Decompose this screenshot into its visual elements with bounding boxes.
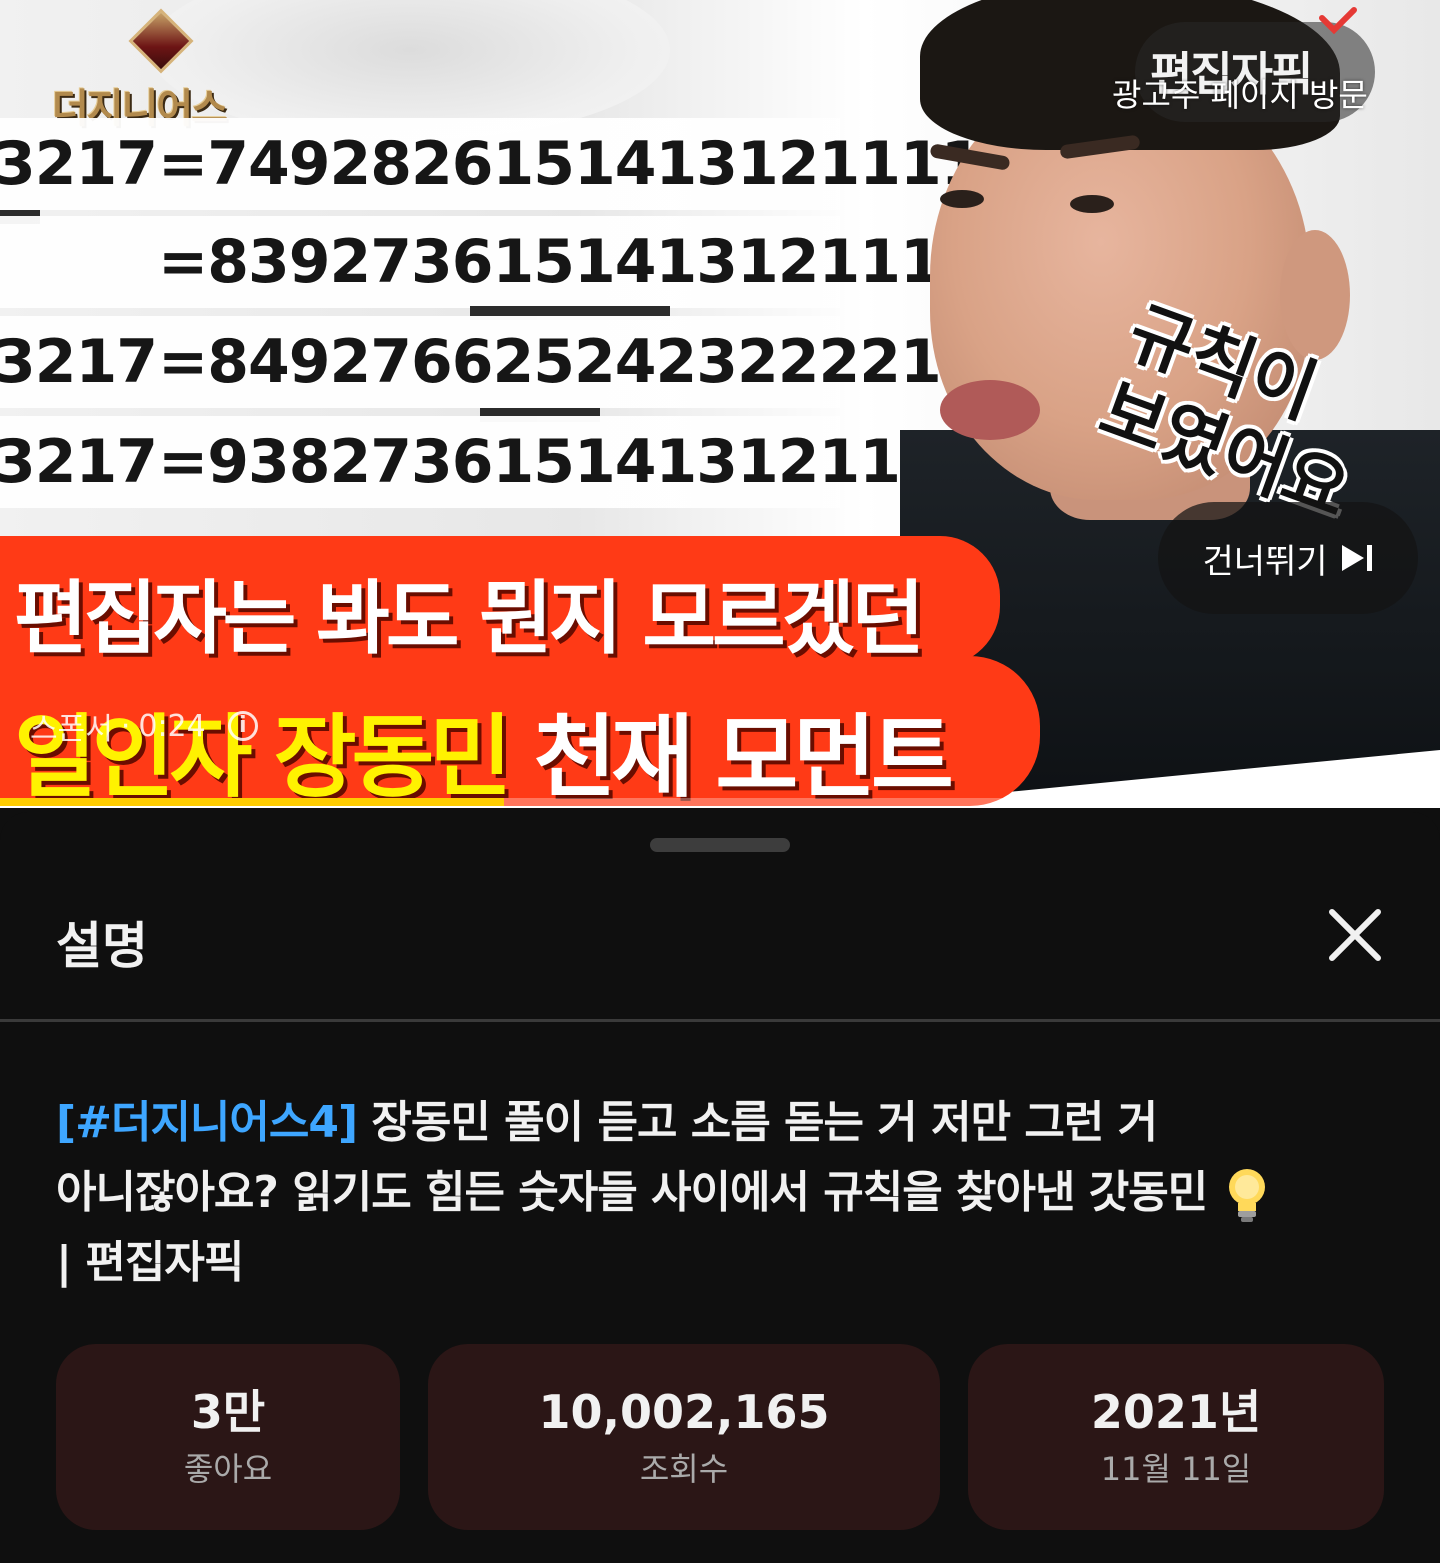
headline-rest: 천재 모먼트 [533, 705, 953, 808]
equation-left: 3217 [0, 327, 158, 397]
video-player[interactable]: 더지니어스 3217 =7492826151413121111 =8392736… [0, 0, 1440, 808]
equation-row: =8392736151413121111 [0, 216, 982, 308]
ad-progress-fill [0, 798, 504, 806]
stat-value: 3만 [190, 1385, 266, 1439]
drag-handle[interactable] [650, 838, 790, 852]
skip-ad-label: 건너뛰기 [1202, 541, 1328, 582]
description-text: 장동민 풀이 듣고 소름 돋는 거 저만 그런 거 [357, 1097, 1158, 1148]
equation-row: 3217 =9382736151413121111 [0, 416, 982, 508]
equation-left: 3217 [0, 427, 158, 497]
equation-right: =7492826151413121111 [158, 129, 982, 199]
eye [940, 190, 984, 208]
description-text: 아니잖아요? 읽기도 힘든 숫자들 사이에서 규칙을 찾아낸 갓동민 [56, 1167, 1208, 1218]
advertiser-link[interactable]: 광고주 페이지 방문 [1112, 70, 1368, 116]
ad-info: 스폰서 · 0:24 i [30, 704, 258, 748]
stat-value: 2021년 [1090, 1385, 1262, 1439]
skip-next-icon [1341, 545, 1372, 571]
headline-line1: 편집자는 봐도 뭔지 모르겠던 [14, 572, 925, 665]
stat-label: 조회수 [639, 1450, 729, 1488]
likes-stat: 3만 좋아요 [56, 1344, 400, 1530]
skip-ad-button[interactable]: 건너뛰기 [1158, 502, 1418, 614]
stat-label: 11월 11일 [1100, 1450, 1252, 1488]
bulb-icon [1228, 1169, 1265, 1222]
separator: · [120, 708, 131, 744]
equation-right: =8392736151413121111 [158, 227, 982, 297]
thumbnail-headline: 편집자는 봐도 뭔지 모르겠던 일인자 장동민 천재 모먼트 [0, 536, 1040, 808]
description-text: | 편집자픽 [56, 1237, 244, 1288]
description-sheet: 설명 [#더지니어스4] 장동민 풀이 듣고 소름 돋는 거 저만 그런 거 아… [0, 812, 1440, 1563]
views-stat: 10,002,165 조회수 [428, 1344, 940, 1530]
ear [1280, 230, 1350, 360]
eye [1070, 195, 1114, 213]
video-description: [#더지니어스4] 장동민 풀이 듣고 소름 돋는 거 저만 그런 거 아니잖아… [56, 1088, 1386, 1298]
equation-row: 3217 =7492826151413121111 [0, 118, 982, 210]
close-icon [1329, 909, 1381, 961]
sponsor-label: 스폰서 [30, 712, 113, 747]
date-stat: 2021년 11월 11일 [968, 1344, 1384, 1530]
mouth [940, 380, 1040, 440]
stat-value: 10,002,165 [538, 1385, 830, 1439]
equation-row: 3217 =8492766252423222212 [0, 316, 982, 408]
equation-right: =8492766252423222212 [158, 327, 982, 397]
equation-left: 3217 [0, 129, 158, 199]
divider [0, 1019, 1440, 1022]
info-icon[interactable]: i [227, 711, 258, 741]
show-logo: 더지니어스 [52, 8, 282, 132]
hashtag-link[interactable]: [#더지니어스4] [56, 1097, 358, 1148]
stats-row: 3만 좋아요 10,002,165 조회수 2021년 11월 11일 [0, 1344, 1440, 1530]
close-button[interactable] [1322, 902, 1388, 968]
sheet-title: 설명 [56, 917, 148, 975]
check-icon [1319, 7, 1357, 35]
logo-gem-icon [128, 8, 194, 74]
ad-time: 0:24 [138, 708, 206, 744]
stat-label: 좋아요 [183, 1450, 273, 1488]
equation-right: =9382736151413121111 [158, 427, 982, 497]
ad-progress-bar [0, 798, 1440, 806]
